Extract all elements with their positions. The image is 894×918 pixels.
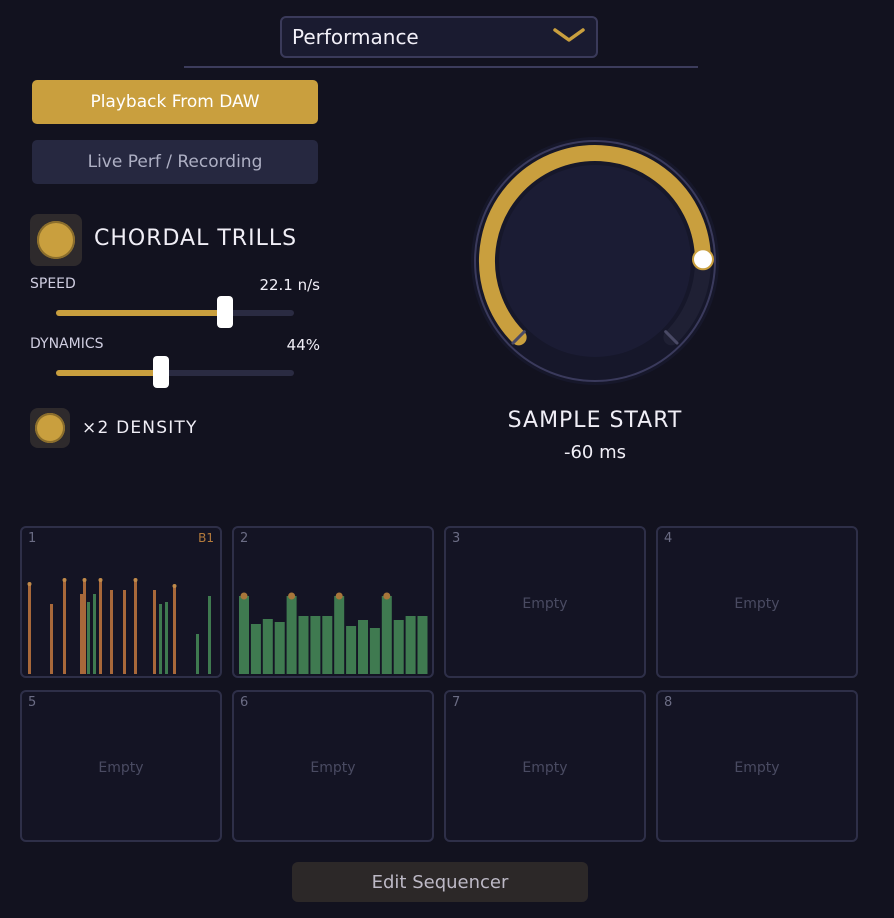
toggle-indicator — [35, 413, 65, 443]
pad-number: 7 — [452, 695, 461, 710]
pad-1-bar-marker — [27, 582, 32, 586]
density-toggle[interactable] — [30, 408, 70, 448]
pad-empty-label: Empty — [310, 760, 356, 776]
pad-1-bar — [159, 604, 162, 674]
dynamics-value: 44% — [286, 336, 320, 354]
pad-empty-label: Empty — [98, 760, 144, 776]
pad-1-bar — [173, 586, 176, 674]
sample-start-knob[interactable] — [470, 136, 720, 386]
pad-8[interactable]: 8 Empty — [656, 690, 858, 842]
pad-number: 5 — [28, 695, 37, 710]
pad-2[interactable]: 2 — [232, 526, 434, 678]
speed-slider-thumb[interactable] — [216, 296, 233, 328]
pad-1-bar — [153, 590, 156, 674]
knob-handle[interactable] — [691, 248, 714, 271]
pad-1-bar-marker — [82, 578, 87, 582]
pad-number: 2 — [240, 531, 249, 546]
pad-1-bar — [110, 590, 113, 674]
pad-1-bar — [87, 602, 90, 674]
pad-2-bar — [250, 624, 261, 674]
pad-number: 8 — [664, 695, 673, 710]
pad-2-bar-marker — [335, 592, 343, 600]
header-divider — [184, 66, 698, 68]
dynamics-label: DYNAMICS — [30, 336, 104, 352]
pad-1-bar — [80, 594, 83, 674]
pad-2-bar — [346, 626, 357, 674]
dynamics-slider-thumb[interactable] — [152, 356, 169, 388]
pad-2-bar — [322, 616, 333, 674]
pad-2-bar — [417, 616, 428, 674]
live-perf-recording-button[interactable]: Live Perf / Recording — [32, 140, 318, 184]
speed-slider[interactable] — [56, 296, 294, 328]
pad-2-bar — [274, 622, 285, 674]
pad-2-bar-marker — [288, 592, 296, 600]
pad-1-waveform — [27, 578, 211, 674]
pad-number: 4 — [664, 531, 673, 546]
pad-2-bar — [405, 616, 416, 674]
pad-6[interactable]: 6 Empty — [232, 690, 434, 842]
speed-value: 22.1 n/s — [259, 276, 320, 294]
pad-1-bar-marker — [62, 578, 67, 582]
knob-face — [499, 165, 691, 357]
playback-from-daw-button[interactable]: Playback From DAW — [32, 80, 318, 124]
pad-2-bar — [369, 628, 380, 674]
pad-2-bar — [334, 596, 345, 674]
pad-number: 1 — [28, 531, 37, 546]
pad-1-bar — [123, 590, 126, 674]
pad-1-bar-marker — [133, 578, 138, 582]
pad-2-bar — [310, 616, 321, 674]
sample-start-value: -60 ms — [563, 442, 627, 463]
pad-1-bar — [93, 594, 96, 674]
pad-1-bar — [99, 580, 102, 674]
pad-2-bar — [298, 616, 309, 674]
pad-1-bar — [63, 580, 66, 674]
pad-2-waveform — [239, 592, 428, 674]
pad-2-bar-marker — [240, 592, 248, 600]
speed-label: SPEED — [30, 276, 76, 292]
density-label: ×2 DENSITY — [82, 418, 198, 438]
pad-2-bar — [239, 596, 249, 674]
pad-1-bar-marker — [98, 578, 103, 582]
pad-1-bar — [196, 634, 199, 674]
pad-1-bar — [208, 596, 211, 674]
toggle-indicator — [37, 221, 75, 259]
pad-1[interactable]: 1 B1 — [20, 526, 222, 678]
chevron-down-icon — [552, 25, 586, 49]
pad-3[interactable]: 3 Empty — [444, 526, 646, 678]
preset-dropdown[interactable]: Performance — [280, 16, 598, 58]
preset-label: Performance — [292, 25, 419, 49]
pad-number: 6 — [240, 695, 249, 710]
pad-4[interactable]: 4 Empty — [656, 526, 858, 678]
dynamics-slider-fill — [56, 370, 161, 376]
pad-empty-label: Empty — [522, 760, 568, 776]
pad-1-bar — [165, 602, 168, 674]
pad-2-bar — [381, 596, 392, 674]
pad-2-bar — [262, 619, 273, 674]
pad-1-bar-marker — [172, 584, 177, 588]
pad-1-bar — [83, 580, 86, 674]
chordal-trills-label: CHORDAL TRILLS — [94, 226, 298, 251]
pad-number: 3 — [452, 531, 461, 546]
pad-2-bar — [393, 620, 404, 674]
pad-empty-label: Empty — [734, 596, 780, 612]
pad-2-bar-marker — [383, 592, 391, 600]
speed-slider-fill — [56, 310, 225, 316]
dynamics-slider[interactable] — [56, 356, 294, 388]
pad-5[interactable]: 5 Empty — [20, 690, 222, 842]
edit-sequencer-button[interactable]: Edit Sequencer — [292, 862, 588, 902]
pad-1-bar — [134, 580, 137, 674]
pad-2-bar — [286, 596, 297, 674]
pad-1-bar — [28, 584, 31, 674]
pad-2-bar — [358, 620, 368, 674]
pad-7[interactable]: 7 Empty — [444, 690, 646, 842]
chordal-trills-toggle[interactable] — [30, 214, 82, 266]
pad-empty-label: Empty — [734, 760, 780, 776]
pad-1-bar — [50, 604, 53, 674]
pad-tag: B1 — [198, 531, 214, 545]
pad-empty-label: Empty — [522, 596, 568, 612]
sample-start-label: SAMPLE START — [507, 408, 683, 433]
